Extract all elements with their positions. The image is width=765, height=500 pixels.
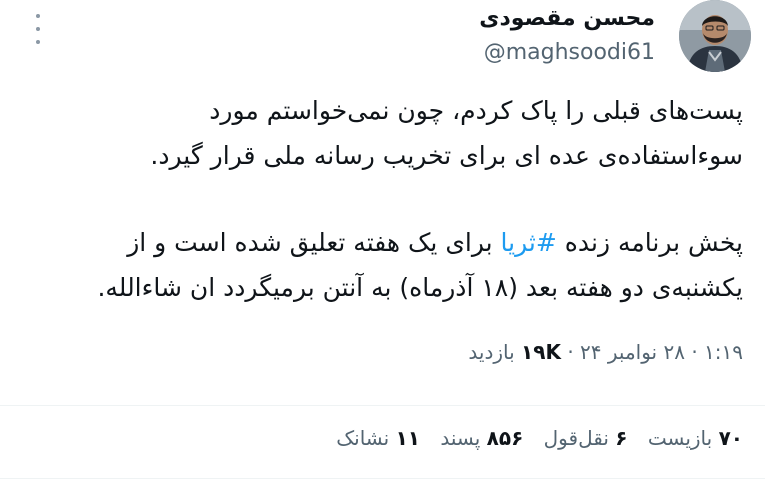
quotes-count: ۶	[615, 426, 628, 450]
views-count: ۱۹K	[521, 340, 561, 364]
bookmarks-stat[interactable]: ۱۱ نشانک	[336, 426, 420, 450]
tweet-line: پست‌های قبلی را پاک کردم، چون نمی‌خواستم…	[209, 96, 743, 125]
tweet-line: پخش برنامه زنده #ثریا برای یک هفته تعلیق…	[23, 220, 743, 265]
engagement-stats: ۷۰ بازیست ۶ نقل‌قول ۸۵۶ پسند ۱۱ نشانک	[322, 423, 743, 453]
views-label: بازدید	[468, 340, 515, 364]
quotes-label: نقل‌قول	[543, 426, 609, 450]
tweet-line: یکشنبه‌ی دو هفته بعد (۱۸ آذرماه) به آنتن…	[97, 273, 743, 302]
user-info[interactable]: محسن مقصودی @maghsoodi61	[479, 4, 655, 67]
tweet: محسن مقصودی @maghsoodi61 پست‌های قبلی را…	[0, 0, 765, 500]
divider	[0, 478, 765, 479]
avatar[interactable]	[679, 0, 751, 72]
user-handle[interactable]: @maghsoodi61	[479, 39, 655, 67]
bookmarks-label: نشانک	[336, 426, 390, 450]
bookmarks-count: ۱۱	[395, 426, 420, 450]
tweet-line: سوءاستفاده‌ی عده ای برای تخریب رسانه ملی…	[150, 141, 743, 170]
meta-separator: ·	[691, 340, 698, 364]
likes-label: پسند	[440, 426, 481, 450]
tweet-date[interactable]: ۲۸ نوامبر ۲۴	[580, 340, 685, 364]
likes-count: ۸۵۶	[486, 426, 524, 450]
display-name[interactable]: محسن مقصودی	[479, 4, 655, 34]
quotes-stat[interactable]: ۶ نقل‌قول	[544, 426, 628, 450]
likes-stat[interactable]: ۸۵۶ پسند	[440, 426, 523, 450]
retweets-stat[interactable]: ۷۰ بازیست	[648, 426, 743, 450]
tweet-time[interactable]: ۱:۱۹	[704, 340, 743, 364]
divider	[0, 405, 765, 406]
tweet-meta: ۱:۱۹ · ۲۸ نوامبر ۲۴ · ۱۹K بازدید	[468, 337, 743, 367]
avatar-photo	[679, 0, 751, 72]
hashtag-link[interactable]: #ثریا	[501, 228, 557, 257]
retweets-count: ۷۰	[718, 426, 743, 450]
tweet-text-segment: برای یک هفته تعلیق شده است و از	[127, 228, 501, 257]
tweet-text: پست‌های قبلی را پاک کردم، چون نمی‌خواستم…	[23, 88, 743, 310]
meta-separator: ·	[567, 340, 574, 364]
more-options-icon[interactable]	[33, 14, 43, 44]
tweet-text-segment: پخش برنامه زنده	[556, 228, 743, 257]
retweets-label: بازیست	[647, 426, 713, 450]
